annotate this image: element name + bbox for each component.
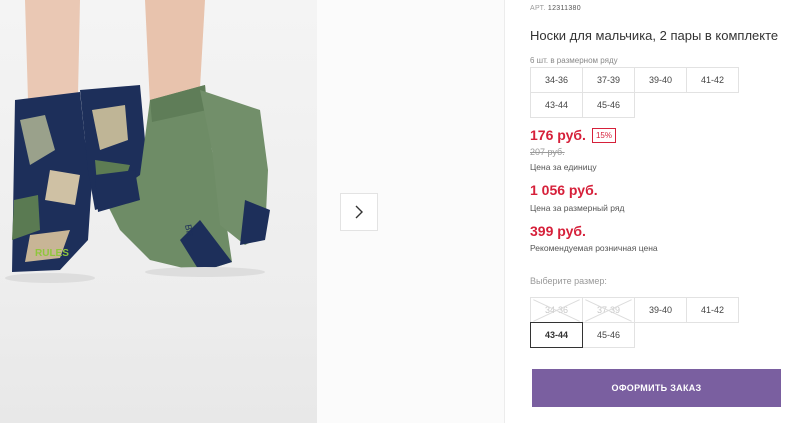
product-title: Носки для мальчика, 2 пары в комплекте — [530, 28, 779, 43]
order-button[interactable]: ОФОРМИТЬ ЗАКАЗ — [532, 369, 781, 407]
price-row: 176 руб. 15% — [530, 127, 616, 143]
sock-text-left: RULES — [35, 248, 69, 259]
product-photo: RULES BR — [0, 0, 317, 423]
set-price: 1 056 руб. — [530, 182, 598, 198]
next-image-button[interactable] — [340, 193, 378, 231]
choose-size-label: Выберите размер: — [530, 276, 607, 286]
set-sizes-grid: 34-36 37-39 39-40 41-42 43-44 45-46 — [530, 67, 739, 118]
set-size-cell: 45-46 — [582, 92, 635, 118]
article-number: АРТ. 12311380 — [530, 5, 581, 12]
set-size-cell: 39-40 — [634, 67, 687, 93]
product-details: АРТ. 12311380 Носки для мальчика, 2 пары… — [530, 0, 800, 423]
size-option-43-44[interactable]: 43-44 — [530, 322, 583, 348]
set-size-cell: 43-44 — [530, 92, 583, 118]
article-label: АРТ. — [530, 5, 546, 12]
size-picker: 34-36 37-39 39-40 41-42 43-44 45-46 — [530, 297, 739, 348]
article-value: 12311380 — [547, 5, 581, 12]
set-size-cell: 34-36 — [530, 67, 583, 93]
discount-badge: 15% — [591, 127, 616, 143]
old-price: 207 руб. — [530, 147, 565, 157]
size-option-37-39[interactable]: 37-39 — [582, 297, 635, 323]
set-price-label: Цена за размерный ряд — [530, 203, 625, 213]
set-size-cell: 41-42 — [686, 67, 739, 93]
size-option-41-42[interactable]: 41-42 — [686, 297, 739, 323]
unit-price-label: Цена за единицу — [530, 162, 597, 172]
chevron-right-icon — [355, 205, 363, 219]
in-set-text: 6 шт. в размерном ряду — [530, 56, 618, 65]
set-size-cell: 37-39 — [582, 67, 635, 93]
recommended-price: 399 руб. — [530, 223, 586, 239]
size-option-39-40[interactable]: 39-40 — [634, 297, 687, 323]
recommended-price-label: Рекомендуемая розничная цена — [530, 243, 658, 253]
size-option-34-36[interactable]: 34-36 — [530, 297, 583, 323]
current-price: 176 руб. — [530, 127, 586, 143]
size-option-45-46[interactable]: 45-46 — [582, 322, 635, 348]
product-gallery: RULES BR — [0, 0, 505, 423]
